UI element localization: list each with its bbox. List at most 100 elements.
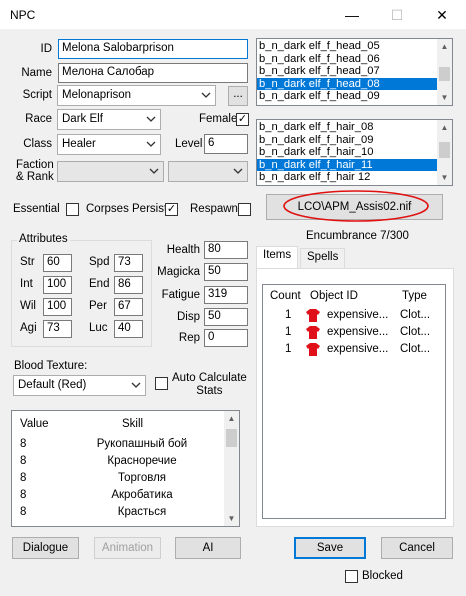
scroll-down-icon[interactable]: ▼ [224,511,239,526]
blocked-label: Blocked [362,570,403,582]
derived-stat-field[interactable]: 50 [204,263,248,281]
item-object-id: expensive... [327,343,389,355]
level-field[interactable]: 6 [204,134,248,154]
derived-stat-label: Rep [178,332,200,344]
item-count: 1 [285,343,292,355]
derived-stat-field[interactable]: 0 [204,329,248,347]
auto-calculate-checkbox[interactable] [155,377,168,390]
hair-list[interactable]: b_n_dark elf_f_hair_08 b_n_dark elf_f_hai… [256,119,453,186]
tab-items[interactable]: Items [256,246,299,268]
list-item[interactable]: b_n_dark elf_f_head_09 [257,90,437,103]
item-type: Clot... [400,343,431,355]
derived-stat-field[interactable]: 50 [204,308,248,326]
ai-button[interactable]: AI [175,537,241,559]
attribute-label: Wil [20,300,36,312]
head-list[interactable]: b_n_dark elf_f_head_05 b_n_dark elf_f_hea… [256,38,453,106]
attribute-field[interactable]: 73 [43,320,72,338]
list-item[interactable]: b_n_dark elf_f_head_08 [257,77,437,90]
derived-stat-field[interactable]: 319 [204,286,248,304]
blocked-checkbox[interactable] [345,570,358,583]
id-field[interactable]: Melona Salobarprison [58,39,248,59]
skills-header-skill: Skill [122,418,144,430]
attribute-field[interactable]: 40 [114,320,143,338]
attribute-field[interactable]: 73 [114,254,143,272]
attribute-label: Luc [89,322,108,334]
attribute-field[interactable]: 67 [114,298,143,316]
name-label: Name [21,67,52,79]
scroll-thumb[interactable] [439,142,450,158]
script-browse-button[interactable]: ... [228,86,248,106]
skills-list[interactable]: Value Skill 8 Рукопашный бой 8 Красноречие 8… [11,410,240,527]
derived-stat-label: Magicka [157,266,200,278]
scroll-up-icon[interactable]: ▲ [224,411,239,426]
respawn-checkbox[interactable] [238,203,251,216]
scroll-up-icon[interactable]: ▲ [437,39,452,54]
id-label: ID [40,43,53,55]
close-button[interactable]: ✕ [419,0,465,30]
scroll-down-icon[interactable]: ▼ [437,90,452,105]
item-count: 1 [285,326,292,338]
name-field[interactable]: Мелона Салобар [58,63,248,83]
derived-stat-label: Disp [176,311,200,323]
maximize-button[interactable]: ☐ [374,0,420,30]
hair-list-scrollbar[interactable]: ▲ ▼ [437,120,452,185]
list-item[interactable]: b_n_dark elf_f_head_06 [257,53,437,66]
derived-stat-label: Fatigue [161,289,200,301]
script-value: Melonaprison [62,89,132,101]
skill-name: Рукопашный бой [96,438,188,450]
essential-label: Essential [13,203,60,215]
attribute-field[interactable]: 100 [43,298,72,316]
female-checkbox[interactable]: ✓ [236,113,249,126]
animation-button[interactable]: Animation [94,537,161,559]
faction-combo[interactable] [57,161,164,182]
attribute-field[interactable]: 100 [43,276,72,294]
list-item[interactable]: b_n_dark elf_f_hair_11 [257,158,437,171]
attribute-label: Int [20,278,33,290]
essential-checkbox[interactable] [66,203,79,216]
list-item[interactable]: b_n_dark elf_f_hair_08 [257,121,437,134]
chevron-down-icon [131,382,141,388]
race-combo[interactable]: Dark Elf [57,109,161,130]
female-label: Female [199,113,238,125]
skills-scrollbar[interactable]: ▲ ▼ [224,411,239,526]
attribute-label: Spd [89,256,110,268]
faction-label: Faction & Rank [16,159,54,183]
blood-texture-combo[interactable]: Default (Red) [13,375,146,396]
attribute-field[interactable]: 60 [43,254,72,272]
derived-stat-field[interactable]: 80 [204,241,248,259]
tab-strip: Items Spells [256,246,456,270]
corpses-persist-checkbox[interactable]: ✓ [165,203,178,216]
list-item[interactable]: b_n_dark elf_f_hair_10 [257,146,437,159]
red-shirt-icon [306,309,320,322]
tab-spells[interactable]: Spells [300,248,346,268]
head-list-scrollbar[interactable]: ▲ ▼ [437,39,452,105]
skill-value: 8 [20,506,27,518]
script-label: Script [22,89,52,101]
list-item[interactable]: b_n_dark elf_f_hair_09 [257,134,437,147]
cancel-button[interactable]: Cancel [381,537,453,559]
items-table[interactable]: Count Object ID Type 1 expensive... Clot..… [262,284,446,519]
checkmark-icon: ✓ [166,203,177,215]
scroll-up-icon[interactable]: ▲ [437,120,452,135]
red-shirt-icon [306,343,320,356]
faction-label-line2: & Rank [16,171,54,183]
class-combo[interactable]: Healer [57,134,161,155]
scroll-thumb[interactable] [439,67,450,81]
attribute-field[interactable]: 86 [114,276,143,294]
list-item[interactable]: b_n_dark elf_f_head_07 [257,65,437,78]
chevron-down-icon [146,141,156,147]
list-item[interactable]: b_n_dark elf_f_head_05 [257,40,437,53]
list-item[interactable]: b_n_dark elf_f_hair 12 [257,171,437,184]
script-combo[interactable]: Melonaprison [57,85,216,106]
scroll-thumb[interactable] [226,429,237,447]
save-button[interactable]: Save [294,537,366,559]
skill-name: Красться [117,506,167,518]
scroll-down-icon[interactable]: ▼ [437,170,452,185]
window-title: NPC [10,8,36,22]
derived-stat-label: Health [166,244,200,256]
dialogue-button[interactable]: Dialogue [12,537,79,559]
rank-combo[interactable] [168,161,248,182]
minimize-button[interactable]: — [329,0,375,30]
auto-calculate-label: Auto Calculate Stats [172,372,247,398]
skill-value: 8 [20,489,27,501]
